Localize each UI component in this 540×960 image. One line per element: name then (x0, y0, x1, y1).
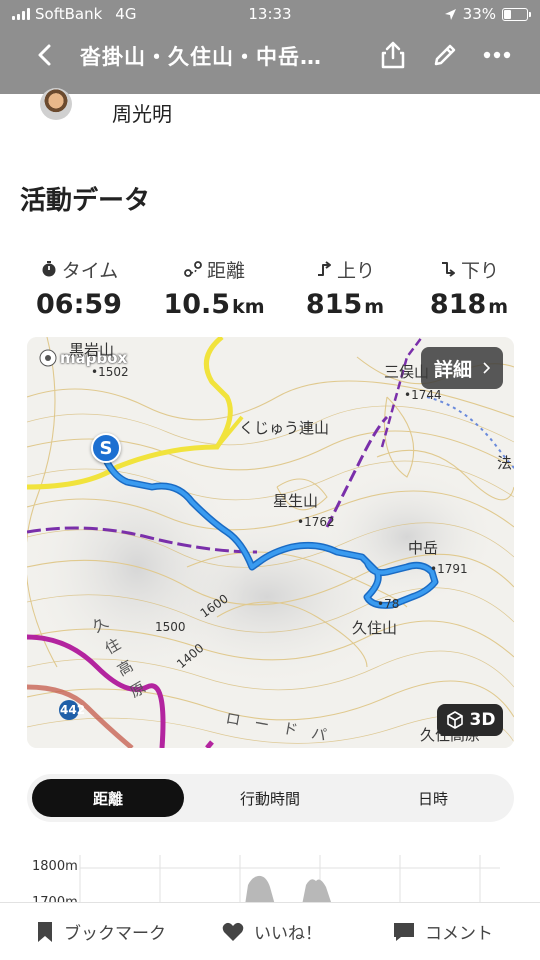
stat-time-number: 06:59 (36, 289, 122, 320)
stat-ascent-value: 815 m (285, 289, 405, 320)
view-3d-button[interactable]: 3D (437, 704, 503, 736)
route-map[interactable]: mapbox 黒岩山 •1502 三俣山 •1744 くじゅう連山 星生山 •1… (27, 337, 514, 748)
stat-ascent-label: 上り (285, 255, 405, 283)
y-tick-1800: 1800m (32, 859, 78, 874)
stat-distance-label-text: 距離 (206, 259, 245, 282)
user-row[interactable]: 周光明 (0, 88, 540, 130)
heart-icon (222, 922, 244, 941)
page-title: 沓掛山・久住山・中岳… (80, 45, 322, 69)
battery-percent: 33% (462, 5, 496, 23)
edit-button[interactable] (430, 40, 460, 70)
section-title: 活動データ (20, 186, 151, 216)
start-marker[interactable]: S (91, 433, 121, 463)
stat-descent-label: 下り (409, 255, 529, 283)
stat-ascent-unit: m (364, 296, 385, 318)
stat-ascent-number: 815 (305, 289, 363, 320)
nav-bar: 沓掛山・久住山・中岳… (0, 28, 540, 84)
map-label-kuroiwa: 黒岩山 (69, 341, 115, 359)
stat-distance-number: 10.5 (163, 289, 231, 320)
elevation-chart: 1800m 1700m (0, 845, 540, 905)
back-button[interactable] (30, 40, 60, 70)
chevron-left-icon (38, 44, 51, 66)
pencil-icon (434, 44, 456, 66)
chart-mode-selector: 距離 行動時間 日時 (27, 774, 514, 822)
map-label-hoshou: 星生山 (273, 492, 319, 510)
stat-descent: 下り 818 m (409, 255, 529, 321)
top-bar: SoftBank 4G 13:33 33% 沓掛山・久住山・中岳… (0, 0, 540, 94)
detail-button[interactable]: 詳細 (421, 347, 503, 389)
mapbox-icon (39, 349, 57, 367)
comment-icon (394, 922, 414, 941)
activity-stats: タイム 06:59 距離 10.5 km 上り 815 m 下り 818 m (0, 255, 540, 325)
stopwatch-icon (42, 261, 56, 277)
stat-distance-label: 距離 (154, 255, 274, 283)
status-right: 33% (444, 5, 531, 23)
share-icon (381, 41, 405, 69)
map-label-hoshou-elev: •1762 (297, 515, 335, 529)
stat-distance-unit: km (232, 296, 265, 318)
bookmark-button[interactable]: ブックマーク (36, 919, 166, 944)
detail-button-label: 詳細 (433, 358, 472, 381)
route-icon (184, 261, 202, 277)
map-label-kuju-range: くじゅう連山 (239, 419, 330, 437)
cube-icon (446, 711, 463, 729)
battery-icon (502, 7, 531, 21)
map-label-nakadake: 中岳 (408, 539, 439, 557)
more-dots-icon (483, 51, 511, 59)
stat-ascent-label-text: 上り (336, 259, 375, 282)
map-label-c1500: 1500 (155, 620, 186, 634)
map-label-nakadake-elev: •1791 (430, 562, 468, 576)
stat-ascent: 上り 815 m (285, 255, 405, 321)
segment-date-time[interactable]: 日時 (357, 779, 509, 817)
segment-active-time[interactable]: 行動時間 (194, 779, 346, 817)
comment-label: コメント (425, 924, 493, 944)
avatar[interactable] (40, 88, 72, 120)
comment-button[interactable]: コメント (393, 919, 493, 944)
stat-descent-unit: m (488, 296, 509, 318)
bookmark-label: ブックマーク (64, 924, 166, 944)
more-button[interactable] (482, 40, 512, 70)
stat-time-label-text: タイム (61, 259, 119, 282)
map-label-kuroiwa-elev: •1502 (91, 365, 129, 379)
status-bar: SoftBank 4G 13:33 33% (0, 0, 540, 28)
map-label-kujusan-elev: •78 (377, 597, 400, 611)
map-label-kujusan: 久住山 (352, 619, 398, 637)
arrow-down-right-icon (441, 262, 455, 277)
chevron-right-icon (483, 362, 490, 374)
stat-distance-value: 10.5 km (154, 289, 274, 320)
stat-time-label: タイム (19, 255, 139, 283)
location-arrow-icon (444, 8, 456, 20)
elevation-chart-svg (79, 855, 500, 905)
stat-descent-value: 818 m (409, 289, 529, 320)
map-label-hou: 法 (497, 454, 513, 472)
like-button[interactable]: いいね！ (222, 919, 322, 944)
bottom-action-bar: ブックマーク いいね！ コメント (0, 902, 540, 960)
stat-distance: 距離 10.5 km (154, 255, 274, 321)
arrow-up-right-icon (317, 261, 331, 276)
segment-distance[interactable]: 距離 (32, 779, 184, 817)
road-442-shield: 442 (60, 703, 86, 717)
view-3d-label: 3D (469, 710, 496, 730)
stat-descent-label-text: 下り (460, 259, 499, 282)
map-label-mikuni-elev: •1744 (404, 388, 442, 402)
share-button[interactable] (378, 40, 408, 70)
bookmark-icon (38, 921, 52, 942)
stat-time-value: 06:59 (19, 289, 139, 320)
stat-time: タイム 06:59 (19, 255, 139, 321)
like-label: いいね！ (254, 924, 322, 944)
user-name[interactable]: 周光明 (112, 98, 172, 127)
stat-descent-number: 818 (429, 289, 487, 320)
